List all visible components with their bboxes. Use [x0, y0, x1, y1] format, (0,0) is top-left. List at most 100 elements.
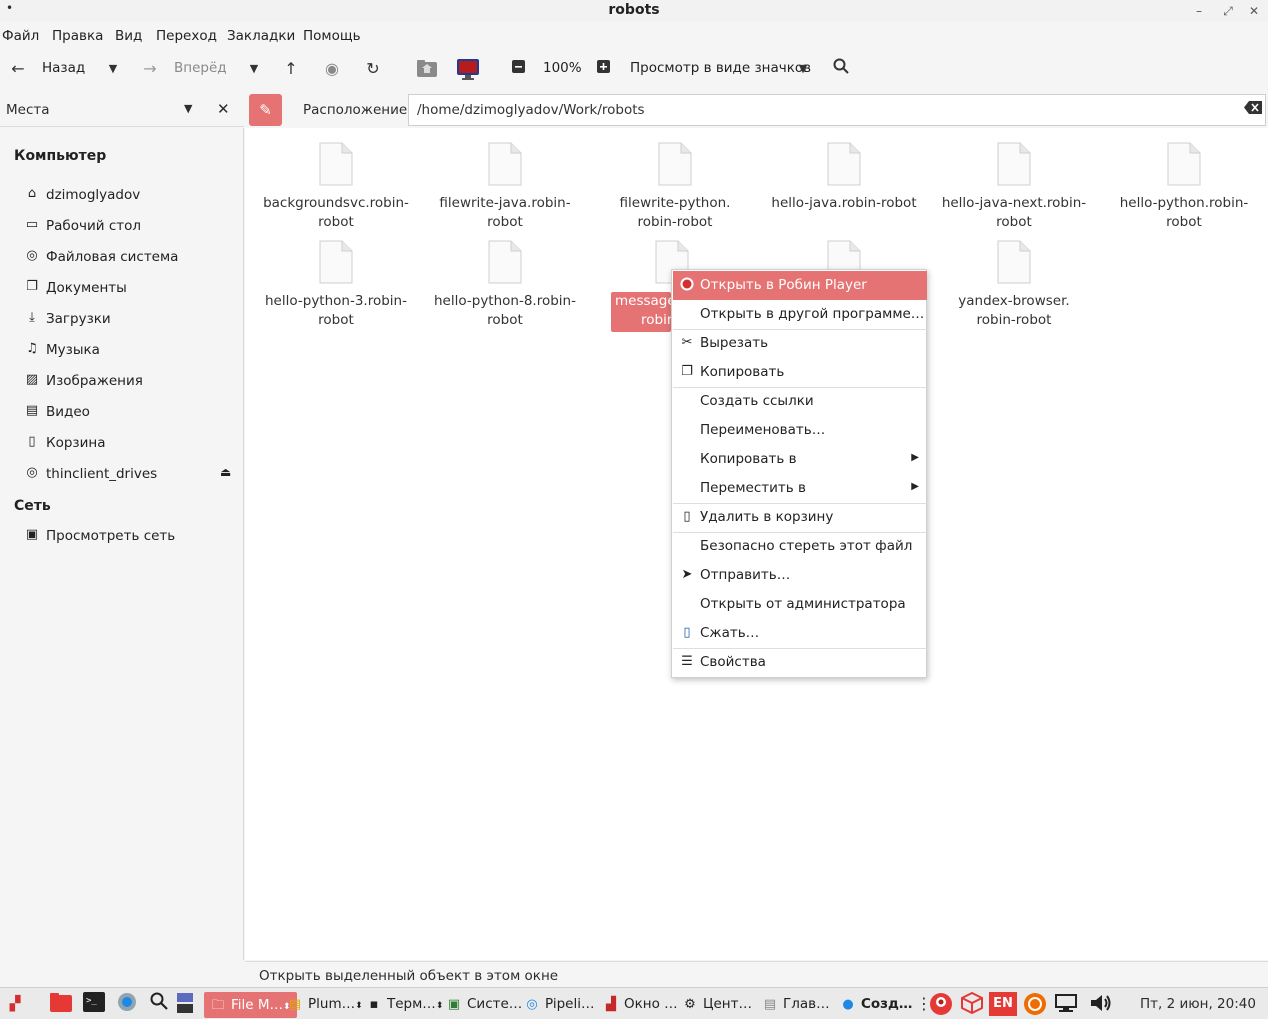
menu-item-cut[interactable]: ✂ Вырезать — [673, 329, 927, 358]
zoom-out-icon[interactable] — [507, 58, 529, 80]
taskbar-task-terminal[interactable]: ▪ Терм…⬍ — [366, 992, 444, 1018]
maximize-icon[interactable]: ⤢ — [1218, 1, 1238, 21]
search-icon[interactable] — [146, 992, 172, 1016]
package-tray-icon[interactable] — [959, 991, 985, 1016]
chevron-down-icon[interactable]: ▼ — [184, 102, 192, 115]
location-input[interactable] — [408, 94, 1266, 126]
archive-icon: ▯ — [683, 625, 691, 640]
menu-view[interactable]: Вид — [115, 28, 142, 44]
menu-item-send[interactable]: ➤ Отправить… — [673, 561, 927, 590]
home-folder-icon[interactable] — [416, 58, 438, 80]
view-mode-select[interactable]: Просмотр в виде значков — [630, 60, 811, 76]
menu-item-open-robin-player[interactable]: Открыть в Робин Player — [673, 271, 927, 300]
forward-button[interactable]: Вперёд — [174, 60, 227, 76]
robin-icon — [679, 277, 695, 295]
taskbar-task-create[interactable]: ● Созд… — [840, 992, 912, 1018]
back-button[interactable]: Назад — [42, 60, 85, 76]
up-arrow-icon[interactable]: ↑ — [280, 58, 302, 80]
back-history-dropdown-icon[interactable]: ▼ — [102, 58, 124, 80]
menu-file[interactable]: Файл — [2, 28, 39, 44]
reload-icon[interactable]: ↻ — [362, 58, 384, 80]
keyboard-layout-indicator[interactable]: EN — [989, 992, 1017, 1016]
music-icon: ♫ — [26, 341, 38, 356]
zoom-in-icon[interactable] — [592, 58, 614, 80]
title-bar: • robots – ⤢ ✕ — [0, 0, 1268, 22]
sidebar-item-filesystem[interactable]: ◎ Файловая система — [24, 247, 234, 269]
stop-icon[interactable]: ◉ — [321, 58, 343, 80]
computer-icon[interactable] — [456, 58, 479, 80]
close-side-pane-icon[interactable]: ✕ — [217, 100, 230, 118]
copy-icon: ❐ — [681, 364, 693, 379]
side-pane-selector[interactable]: Места — [6, 102, 50, 118]
menu-item-open-as-admin[interactable]: Открыть от администратора — [673, 590, 927, 619]
sidebar-item-home[interactable]: ⌂ dzimoglyadov — [24, 185, 234, 207]
robin-tray-icon[interactable] — [928, 992, 954, 1016]
location-bar: ✎ Расположение: — [244, 93, 1268, 127]
sidebar-item-thinclient-drives[interactable]: ◎ thinclient_drives ⏏ — [24, 464, 234, 486]
close-icon[interactable]: ✕ — [1244, 1, 1264, 21]
sidebar-item-trash[interactable]: ▯ Корзина — [24, 433, 234, 455]
menu-item-compress[interactable]: ▯ Сжать… — [673, 619, 927, 648]
sidebar-item-downloads[interactable]: ⤓ Загрузки — [24, 309, 234, 331]
taskbar-task-window[interactable]: ▟ Окно … — [603, 992, 678, 1018]
clear-location-icon[interactable] — [1244, 101, 1262, 118]
back-arrow-icon[interactable]: ← — [7, 58, 29, 80]
location-label: Расположение: — [303, 102, 412, 118]
taskbar-task-main[interactable]: ▤ Глав… — [762, 992, 830, 1018]
menu-item-rename[interactable]: Переименовать… — [673, 416, 927, 445]
taskbar-task-pluma[interactable]: ▤ Plum…⬍ — [287, 992, 363, 1018]
taskbar-task-control-center[interactable]: ⚙ Цент… — [682, 992, 752, 1018]
sidebar-item-videos[interactable]: ▤ Видео — [24, 402, 234, 424]
taskbar-task-file-manager[interactable]: 🗀 File M…⬍ — [204, 992, 297, 1018]
sidebar-item-music[interactable]: ♫ Музыка — [24, 340, 234, 362]
volume-icon[interactable] — [1088, 992, 1114, 1016]
network-tray-icon[interactable] — [1054, 992, 1080, 1016]
sidebar-item-documents[interactable]: ❐ Документы — [24, 278, 234, 300]
clock[interactable]: Пт, 2 июн, 20:40 — [1140, 996, 1256, 1012]
document-file-icon — [488, 240, 522, 284]
search-icon[interactable] — [830, 58, 852, 80]
video-icon: ▤ — [25, 403, 39, 418]
menu-bar: Файл Правка Вид Переход Закладки Помощь — [0, 24, 1268, 48]
document-file-icon — [997, 142, 1031, 186]
menu-item-properties[interactable]: ☰ Свойства — [673, 648, 927, 677]
update-tray-icon[interactable] — [1022, 992, 1048, 1016]
menu-item-secure-delete[interactable]: Безопасно стереть этот файл — [673, 532, 927, 561]
app-menu-icon[interactable]: ▞ — [2, 992, 28, 1016]
document-file-icon — [488, 142, 522, 186]
taskbar-task-pipeline[interactable]: ◎ Pipeli… — [524, 992, 594, 1018]
menu-item-move-to[interactable]: Переместить в ▶ — [673, 474, 927, 503]
submenu-arrow-icon: ▶ — [911, 481, 919, 492]
menu-go[interactable]: Переход — [156, 28, 217, 44]
text-editor-icon: ▤ — [288, 997, 302, 1012]
menu-bookmarks[interactable]: Закладки — [227, 28, 295, 44]
menu-item-copy[interactable]: ❐ Копировать — [673, 358, 927, 387]
document-file-icon — [319, 240, 353, 284]
sidebar-item-pictures[interactable]: ▨ Изображения — [24, 371, 234, 393]
submenu-arrow-icon: ▶ — [911, 452, 919, 463]
document-file-icon — [658, 142, 692, 186]
minimize-icon[interactable]: – — [1189, 1, 1209, 21]
forward-history-dropdown-icon[interactable]: ▼ — [243, 58, 265, 80]
forward-arrow-icon[interactable]: → — [139, 58, 161, 80]
send-icon: ➤ — [681, 567, 693, 582]
taskbar-task-system-monitor[interactable]: ▣ Систе… — [446, 992, 522, 1018]
sidebar-item-browse-network[interactable]: ▣ Просмотреть сеть — [24, 526, 234, 548]
menu-item-copy-to[interactable]: Копировать в ▶ — [673, 445, 927, 474]
menu-item-move-to-trash[interactable]: ▯ Удалить в корзину — [673, 503, 927, 532]
show-desktop-icon[interactable] — [172, 992, 198, 1016]
menu-help[interactable]: Помощь — [303, 28, 361, 44]
menu-item-create-link[interactable]: Создать ссылки — [673, 387, 927, 416]
terminal-launcher-icon[interactable]: >_ — [81, 992, 107, 1016]
zoom-level: 100% — [543, 60, 582, 76]
eject-icon[interactable]: ⏏ — [220, 465, 231, 479]
browser-launcher-icon[interactable] — [114, 992, 140, 1016]
menu-item-open-with[interactable]: Открыть в другой программе… — [673, 300, 927, 329]
sidebar-item-desktop[interactable]: ▭ Рабочий стол — [24, 216, 234, 238]
file-manager-launcher-icon[interactable] — [48, 992, 74, 1016]
pencil-icon[interactable]: ✎ — [249, 94, 282, 126]
menu-edit[interactable]: Правка — [52, 28, 103, 44]
system-monitor-icon: ▣ — [447, 997, 461, 1012]
side-pane-header: Места ▼ ✕ — [0, 93, 244, 127]
view-mode-dropdown-icon[interactable]: ▼ — [792, 58, 814, 80]
